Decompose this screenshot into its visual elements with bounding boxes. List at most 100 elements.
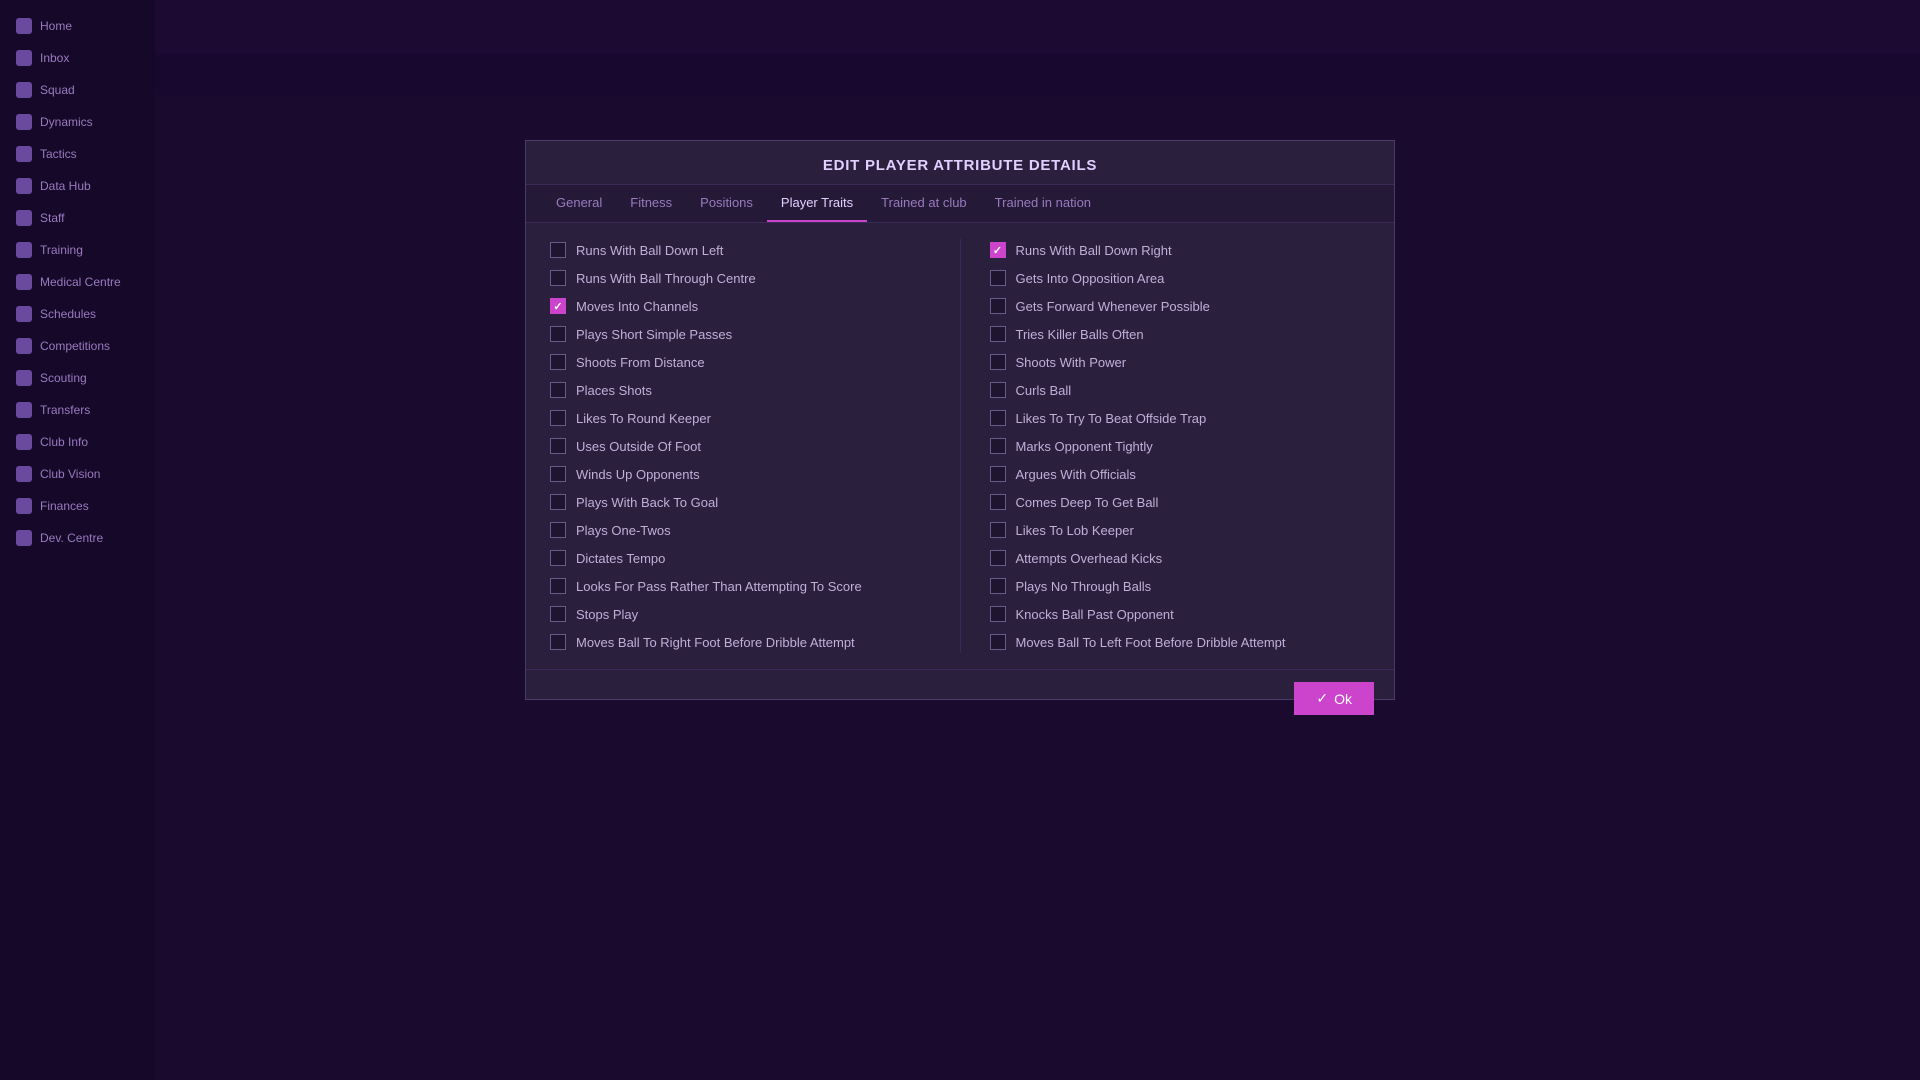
sidebar-item-tactics[interactable]: Tactics (0, 138, 155, 170)
sidebar-item-label: Competitions (40, 339, 110, 353)
trait-checkbox[interactable] (990, 354, 1006, 370)
trait-checkbox[interactable] (550, 270, 566, 286)
left-trait-item[interactable]: Moves Ball To Right Foot Before Dribble … (546, 631, 935, 653)
tab-trained-at-club[interactable]: Trained at club (867, 185, 981, 222)
trait-checkbox[interactable] (990, 326, 1006, 342)
sidebar-item-transfers[interactable]: Transfers (0, 394, 155, 426)
sidebar-item-staff[interactable]: Staff (0, 202, 155, 234)
sidebar-icon (16, 498, 32, 514)
trait-checkbox[interactable] (550, 326, 566, 342)
trait-checkbox[interactable] (990, 494, 1006, 510)
trait-label: Argues With Officials (1016, 467, 1136, 482)
left-trait-item[interactable]: Uses Outside Of Foot (546, 435, 935, 457)
right-trait-item[interactable]: Runs With Ball Down Right (986, 239, 1375, 261)
right-trait-item[interactable]: Likes To Lob Keeper (986, 519, 1375, 541)
right-trait-item[interactable]: Knocks Ball Past Opponent (986, 603, 1375, 625)
trait-checkbox[interactable] (990, 606, 1006, 622)
trait-checkbox[interactable] (550, 578, 566, 594)
sidebar-item-dev.-centre[interactable]: Dev. Centre (0, 522, 155, 554)
trait-checkbox[interactable] (550, 634, 566, 650)
left-trait-item[interactable]: Plays Short Simple Passes (546, 323, 935, 345)
tab-general[interactable]: General (542, 185, 616, 222)
right-trait-item[interactable]: Curls Ball (986, 379, 1375, 401)
trait-label: Shoots With Power (1016, 355, 1127, 370)
tab-positions[interactable]: Positions (686, 185, 767, 222)
left-trait-item[interactable]: Runs With Ball Through Centre (546, 267, 935, 289)
sidebar-item-squad[interactable]: Squad (0, 74, 155, 106)
trait-checkbox[interactable] (990, 634, 1006, 650)
right-trait-item[interactable]: Comes Deep To Get Ball (986, 491, 1375, 513)
trait-checkbox[interactable] (550, 410, 566, 426)
trait-label: Likes To Try To Beat Offside Trap (1016, 411, 1207, 426)
left-trait-item[interactable]: Plays With Back To Goal (546, 491, 935, 513)
trait-checkbox[interactable] (990, 522, 1006, 538)
right-trait-item[interactable]: Likes To Try To Beat Offside Trap (986, 407, 1375, 429)
trait-checkbox[interactable] (550, 298, 566, 314)
trait-checkbox[interactable] (550, 522, 566, 538)
trait-checkbox[interactable] (550, 354, 566, 370)
trait-checkbox[interactable] (990, 382, 1006, 398)
ok-button[interactable]: ✓ Ok (1294, 682, 1374, 715)
sidebar-item-dynamics[interactable]: Dynamics (0, 106, 155, 138)
ok-label: Ok (1334, 691, 1352, 707)
sidebar-icon (16, 306, 32, 322)
trait-checkbox[interactable] (550, 242, 566, 258)
right-trait-item[interactable]: Gets Into Opposition Area (986, 267, 1375, 289)
trait-checkbox[interactable] (550, 606, 566, 622)
topbar-bg (155, 0, 1920, 55)
trait-checkbox[interactable] (990, 270, 1006, 286)
right-trait-item[interactable]: Attempts Overhead Kicks (986, 547, 1375, 569)
left-trait-item[interactable]: Dictates Tempo (546, 547, 935, 569)
left-trait-item[interactable]: Stops Play (546, 603, 935, 625)
sidebar-item-training[interactable]: Training (0, 234, 155, 266)
left-trait-item[interactable]: Plays One-Twos (546, 519, 935, 541)
right-trait-item[interactable]: Shoots With Power (986, 351, 1375, 373)
sidebar-item-medical-centre[interactable]: Medical Centre (0, 266, 155, 298)
right-trait-item[interactable]: Tries Killer Balls Often (986, 323, 1375, 345)
sidebar-item-schedules[interactable]: Schedules (0, 298, 155, 330)
sidebar-item-finances[interactable]: Finances (0, 490, 155, 522)
tab-player-traits[interactable]: Player Traits (767, 185, 867, 222)
sidebar-item-data-hub[interactable]: Data Hub (0, 170, 155, 202)
trait-checkbox[interactable] (990, 242, 1006, 258)
trait-checkbox[interactable] (550, 438, 566, 454)
trait-label: Likes To Lob Keeper (1016, 523, 1134, 538)
trait-checkbox[interactable] (550, 382, 566, 398)
sidebar-item-scouting[interactable]: Scouting (0, 362, 155, 394)
left-trait-item[interactable]: Shoots From Distance (546, 351, 935, 373)
left-trait-item[interactable]: Places Shots (546, 379, 935, 401)
right-trait-item[interactable]: Plays No Through Balls (986, 575, 1375, 597)
sidebar-item-home[interactable]: Home (0, 10, 155, 42)
trait-label: Plays Short Simple Passes (576, 327, 732, 342)
right-trait-item[interactable]: Moves Ball To Left Foot Before Dribble A… (986, 631, 1375, 653)
trait-checkbox[interactable] (990, 466, 1006, 482)
trait-label: Plays One-Twos (576, 523, 671, 538)
trait-checkbox[interactable] (990, 578, 1006, 594)
trait-checkbox[interactable] (990, 298, 1006, 314)
left-trait-item[interactable]: Winds Up Opponents (546, 463, 935, 485)
right-trait-item[interactable]: Gets Forward Whenever Possible (986, 295, 1375, 317)
left-trait-item[interactable]: Runs With Ball Down Left (546, 239, 935, 261)
tab-trained-in-nation[interactable]: Trained in nation (981, 185, 1105, 222)
trait-label: Moves Into Channels (576, 299, 698, 314)
tab-fitness[interactable]: Fitness (616, 185, 686, 222)
right-trait-item[interactable]: Argues With Officials (986, 463, 1375, 485)
trait-checkbox[interactable] (990, 550, 1006, 566)
trait-checkbox[interactable] (550, 494, 566, 510)
right-trait-item[interactable]: Marks Opponent Tightly (986, 435, 1375, 457)
left-trait-item[interactable]: Likes To Round Keeper (546, 407, 935, 429)
trait-checkbox[interactable] (550, 466, 566, 482)
trait-checkbox[interactable] (990, 438, 1006, 454)
sidebar-item-inbox[interactable]: Inbox (0, 42, 155, 74)
trait-label: Plays No Through Balls (1016, 579, 1152, 594)
sidebar-item-club-vision[interactable]: Club Vision (0, 458, 155, 490)
sidebar-item-competitions[interactable]: Competitions (0, 330, 155, 362)
sidebar-item-club-info[interactable]: Club Info (0, 426, 155, 458)
trait-label: Moves Ball To Left Foot Before Dribble A… (1016, 635, 1286, 650)
left-trait-item[interactable]: Looks For Pass Rather Than Attempting To… (546, 575, 935, 597)
sidebar-item-label: Medical Centre (40, 275, 121, 289)
trait-checkbox[interactable] (550, 550, 566, 566)
trait-checkbox[interactable] (990, 410, 1006, 426)
trait-label: Uses Outside Of Foot (576, 439, 701, 454)
left-trait-item[interactable]: Moves Into Channels (546, 295, 935, 317)
